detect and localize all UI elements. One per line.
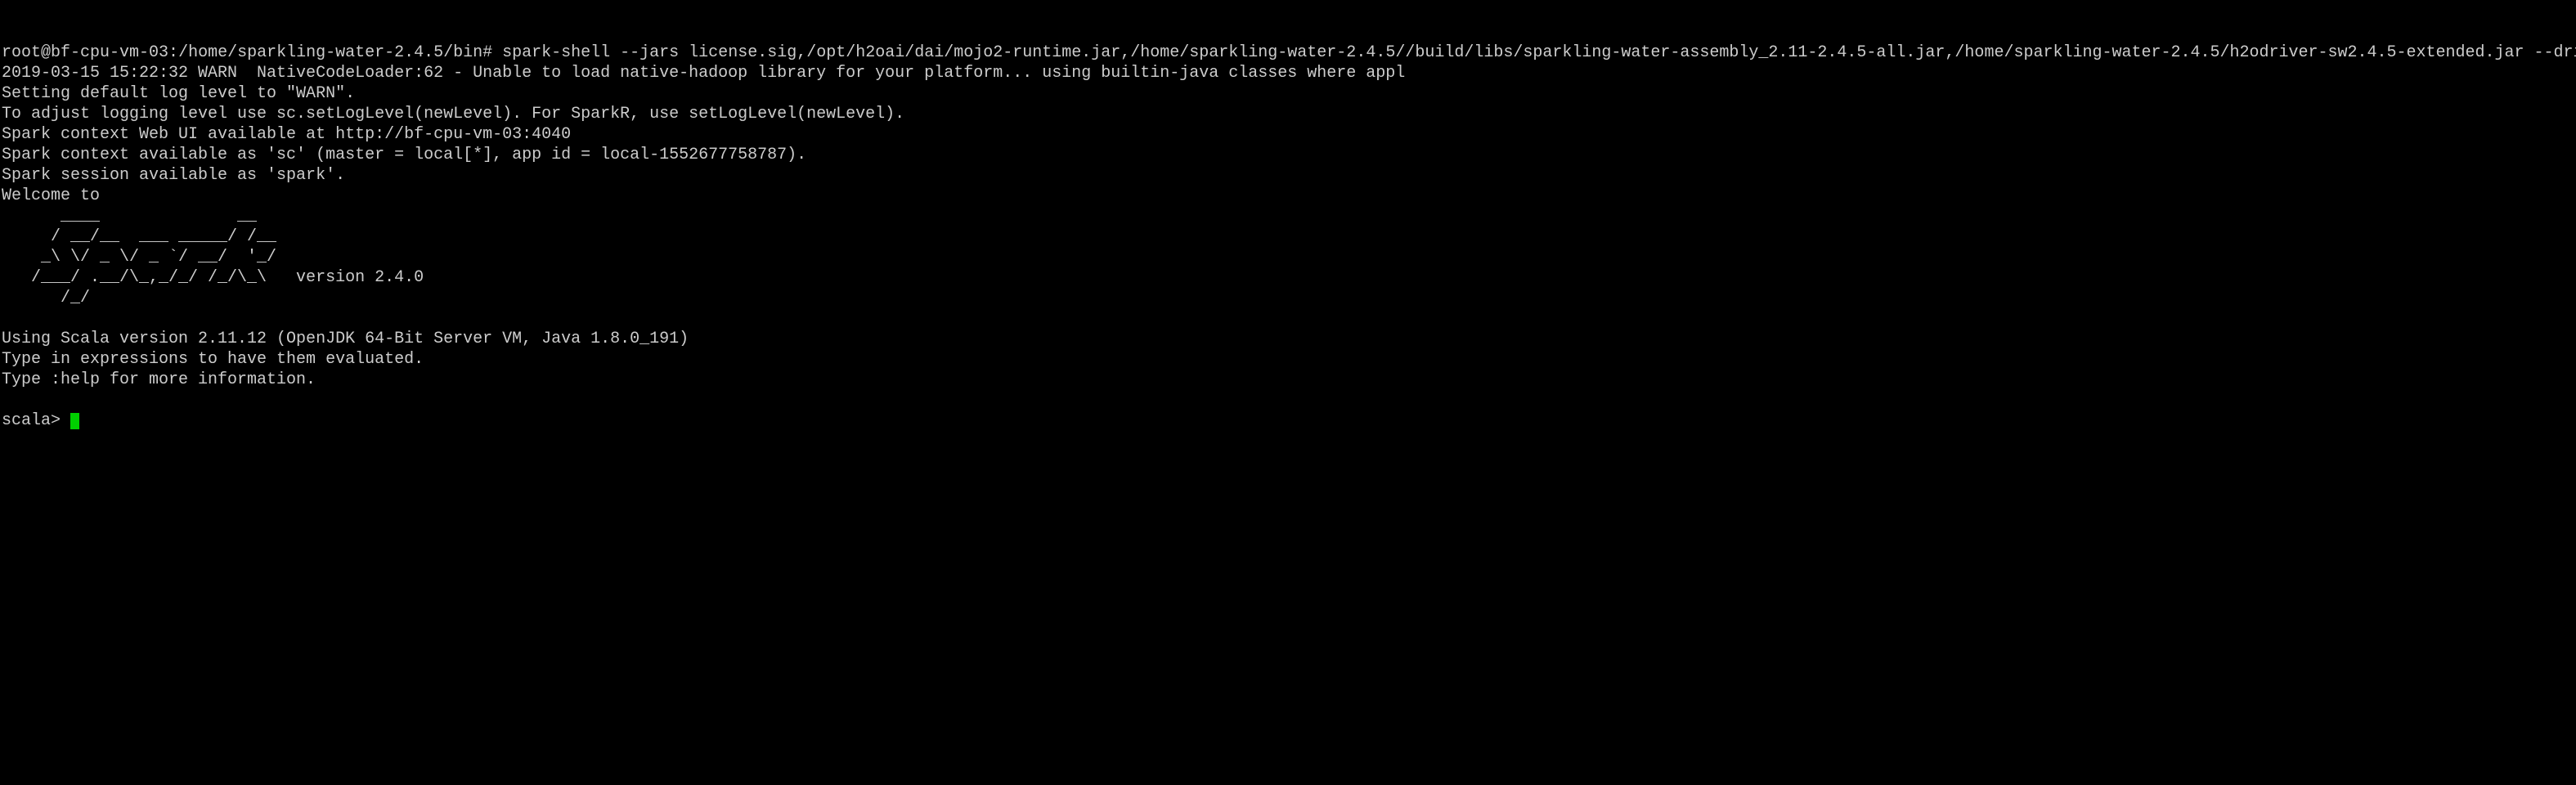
output-line: Setting default log level to "WARN". <box>2 84 355 103</box>
output-line: 2019-03-15 15:22:32 WARN NativeCodeLoade… <box>2 64 1405 83</box>
scala-prompt[interactable]: scala> <box>2 411 70 430</box>
output-line: Type in expressions to have them evaluat… <box>2 350 424 369</box>
prompt-sep: : <box>168 43 178 62</box>
output-line: Type :help for more information. <box>2 370 316 389</box>
output-line: Spark context Web UI available at http:/… <box>2 125 571 144</box>
output-line: Using Scala version 2.11.12 (OpenJDK 64-… <box>2 330 689 348</box>
ascii-art-line: / __/__ ___ _____/ /__ <box>2 227 276 246</box>
output-line: To adjust logging level use sc.setLogLev… <box>2 105 904 123</box>
prompt-hash: # <box>482 43 492 62</box>
prompt-path: /home/sparkling-water-2.4.5/bin <box>178 43 482 62</box>
output-line: Welcome to <box>2 186 100 205</box>
ascii-art-line: /_/ <box>2 289 90 307</box>
output-line: Spark session available as 'spark'. <box>2 166 345 185</box>
ascii-art-line: _\ \/ _ \/ _ `/ __/ '_/ <box>2 248 276 267</box>
prompt-user: root@bf-cpu-vm-03 <box>2 43 168 62</box>
cursor-icon <box>70 413 79 429</box>
command-input[interactable]: spark-shell --jars license.sig,/opt/h2oa… <box>492 43 2576 62</box>
output-line: Spark context available as 'sc' (master … <box>2 146 806 164</box>
ascii-art-line: ____ __ <box>2 207 257 226</box>
ascii-art-line: /___/ .__/\_,_/_/ /_/\_\ version 2.4.0 <box>2 268 424 287</box>
